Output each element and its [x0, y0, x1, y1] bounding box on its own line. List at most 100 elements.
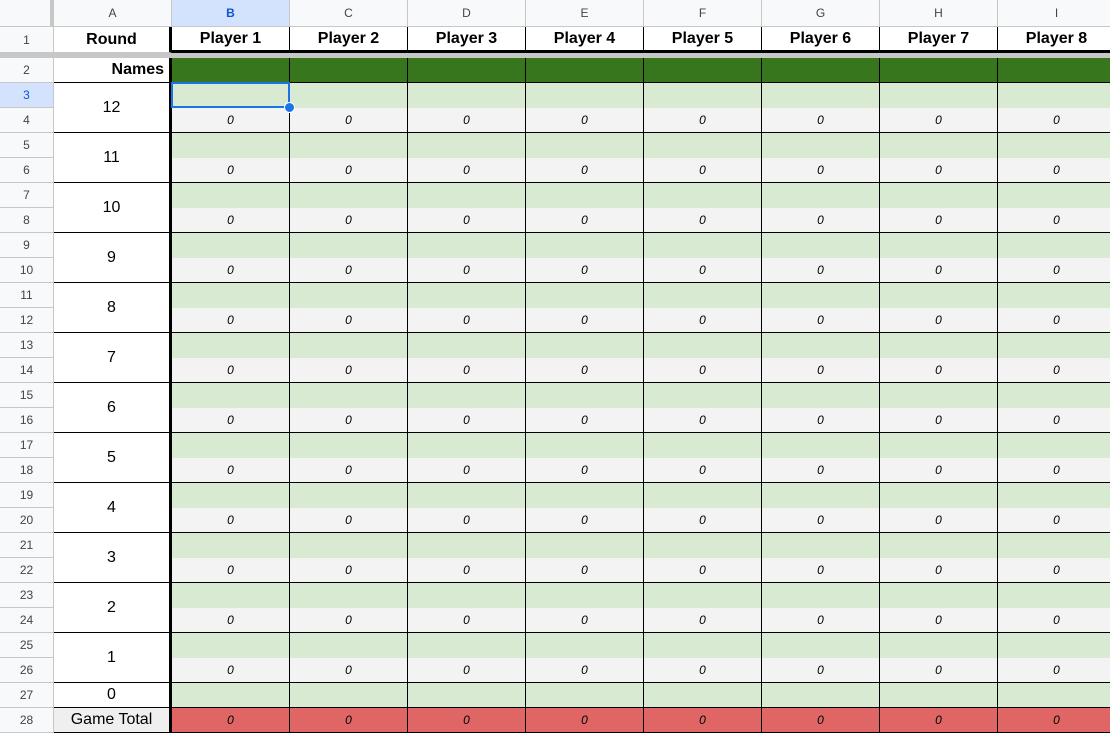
bid-entry-cell[interactable]	[762, 283, 880, 308]
column-header-A[interactable]: A	[54, 0, 172, 27]
bid-entry-cell[interactable]	[290, 333, 408, 358]
row-header-6[interactable]: 6	[0, 158, 54, 183]
bid-entry-cell[interactable]	[998, 533, 1110, 558]
bid-entry-cell[interactable]	[998, 633, 1110, 658]
bid-entry-cell[interactable]	[172, 183, 290, 208]
round-score-cell[interactable]: 0	[644, 358, 762, 383]
player-header[interactable]: Player 7	[880, 27, 998, 53]
round-score-cell[interactable]: 0	[998, 408, 1110, 433]
row-header-13[interactable]: 13	[0, 333, 54, 358]
round-score-cell[interactable]: 0	[408, 658, 526, 683]
bid-entry-cell[interactable]	[762, 383, 880, 408]
bid-entry-cell[interactable]	[644, 83, 762, 108]
round-score-cell[interactable]: 0	[290, 558, 408, 583]
bid-entry-cell[interactable]	[408, 483, 526, 508]
round-score-cell[interactable]: 0	[998, 258, 1110, 283]
bid-entry-cell[interactable]	[998, 383, 1110, 408]
round-score-cell[interactable]: 0	[644, 258, 762, 283]
round-score-cell[interactable]: 0	[526, 208, 644, 233]
column-header-D[interactable]: D	[408, 0, 526, 27]
bid-entry-cell[interactable]	[408, 333, 526, 358]
round-score-cell[interactable]: 0	[880, 608, 998, 633]
player-header[interactable]: Player 3	[408, 27, 526, 53]
round-score-cell[interactable]: 0	[762, 458, 880, 483]
row-header-23[interactable]: 23	[0, 583, 54, 608]
row-header-14[interactable]: 14	[0, 358, 54, 383]
bid-entry-cell[interactable]	[998, 233, 1110, 258]
round-score-cell[interactable]: 0	[290, 658, 408, 683]
game-total-cell[interactable]: 0	[644, 708, 762, 733]
round-score-cell[interactable]: 0	[290, 108, 408, 133]
round-score-cell[interactable]: 0	[290, 208, 408, 233]
fill-handle[interactable]	[284, 102, 295, 113]
bid-entry-cell[interactable]	[762, 233, 880, 258]
round-score-cell[interactable]: 0	[644, 508, 762, 533]
bid-entry-cell[interactable]	[290, 533, 408, 558]
round-score-cell[interactable]: 0	[880, 258, 998, 283]
bid-entry-cell[interactable]	[880, 333, 998, 358]
bid-entry-cell[interactable]	[290, 383, 408, 408]
player-header[interactable]: Player 6	[762, 27, 880, 53]
round-score-cell[interactable]: 0	[408, 608, 526, 633]
column-header-G[interactable]: G	[762, 0, 880, 27]
player-name-cell[interactable]	[172, 58, 290, 83]
round-score-cell[interactable]: 0	[644, 308, 762, 333]
round-score-cell[interactable]: 0	[172, 158, 290, 183]
round-score-cell[interactable]: 0	[998, 158, 1110, 183]
round-score-cell[interactable]: 0	[998, 358, 1110, 383]
row-header-26[interactable]: 26	[0, 658, 54, 683]
bid-entry-cell[interactable]	[408, 683, 526, 708]
bid-entry-cell[interactable]	[880, 683, 998, 708]
game-total-cell[interactable]: 0	[880, 708, 998, 733]
row-header-3[interactable]: 3	[0, 83, 54, 108]
bid-entry-cell[interactable]	[880, 133, 998, 158]
round-score-cell[interactable]: 0	[408, 208, 526, 233]
bid-entry-cell[interactable]	[998, 433, 1110, 458]
row-header-21[interactable]: 21	[0, 533, 54, 558]
round-score-cell[interactable]: 0	[644, 158, 762, 183]
round-score-cell[interactable]: 0	[290, 508, 408, 533]
round-score-cell[interactable]: 0	[172, 658, 290, 683]
player-name-cell[interactable]	[408, 58, 526, 83]
row-header-24[interactable]: 24	[0, 608, 54, 633]
row-header-11[interactable]: 11	[0, 283, 54, 308]
round-score-cell[interactable]: 0	[880, 458, 998, 483]
bid-entry-cell[interactable]	[290, 683, 408, 708]
round-score-cell[interactable]: 0	[762, 108, 880, 133]
bid-entry-cell[interactable]	[880, 383, 998, 408]
round-score-cell[interactable]: 0	[762, 558, 880, 583]
bid-entry-cell[interactable]	[290, 83, 408, 108]
bid-entry-cell[interactable]	[880, 533, 998, 558]
column-header-B[interactable]: B	[172, 0, 290, 27]
row-header-2[interactable]: 2	[0, 58, 54, 83]
round-score-cell[interactable]: 0	[998, 208, 1110, 233]
round-score-cell[interactable]: 0	[880, 508, 998, 533]
bid-entry-cell[interactable]	[408, 233, 526, 258]
round-score-cell[interactable]: 0	[644, 458, 762, 483]
row-header-16[interactable]: 16	[0, 408, 54, 433]
player-header[interactable]: Player 2	[290, 27, 408, 53]
bid-entry-cell[interactable]	[880, 583, 998, 608]
round-score-cell[interactable]: 0	[172, 608, 290, 633]
bid-entry-cell[interactable]	[408, 283, 526, 308]
bid-entry-cell[interactable]	[762, 583, 880, 608]
round-score-cell[interactable]: 0	[762, 608, 880, 633]
bid-entry-cell[interactable]	[880, 433, 998, 458]
bid-entry-cell[interactable]	[644, 433, 762, 458]
row-header-9[interactable]: 9	[0, 233, 54, 258]
game-total-cell[interactable]: 0	[998, 708, 1110, 733]
round-score-cell[interactable]: 0	[172, 208, 290, 233]
column-header-E[interactable]: E	[526, 0, 644, 27]
round-score-cell[interactable]: 0	[408, 158, 526, 183]
round-score-cell[interactable]: 0	[408, 408, 526, 433]
bid-entry-cell[interactable]	[998, 83, 1110, 108]
bid-entry-cell[interactable]	[762, 533, 880, 558]
bid-entry-cell[interactable]	[762, 133, 880, 158]
bid-entry-cell[interactable]	[172, 533, 290, 558]
bid-entry-cell[interactable]	[526, 433, 644, 458]
round-score-cell[interactable]: 0	[644, 658, 762, 683]
bid-entry-cell[interactable]	[290, 583, 408, 608]
bid-entry-cell[interactable]	[290, 433, 408, 458]
bid-entry-cell[interactable]	[172, 583, 290, 608]
bid-entry-cell[interactable]	[998, 133, 1110, 158]
